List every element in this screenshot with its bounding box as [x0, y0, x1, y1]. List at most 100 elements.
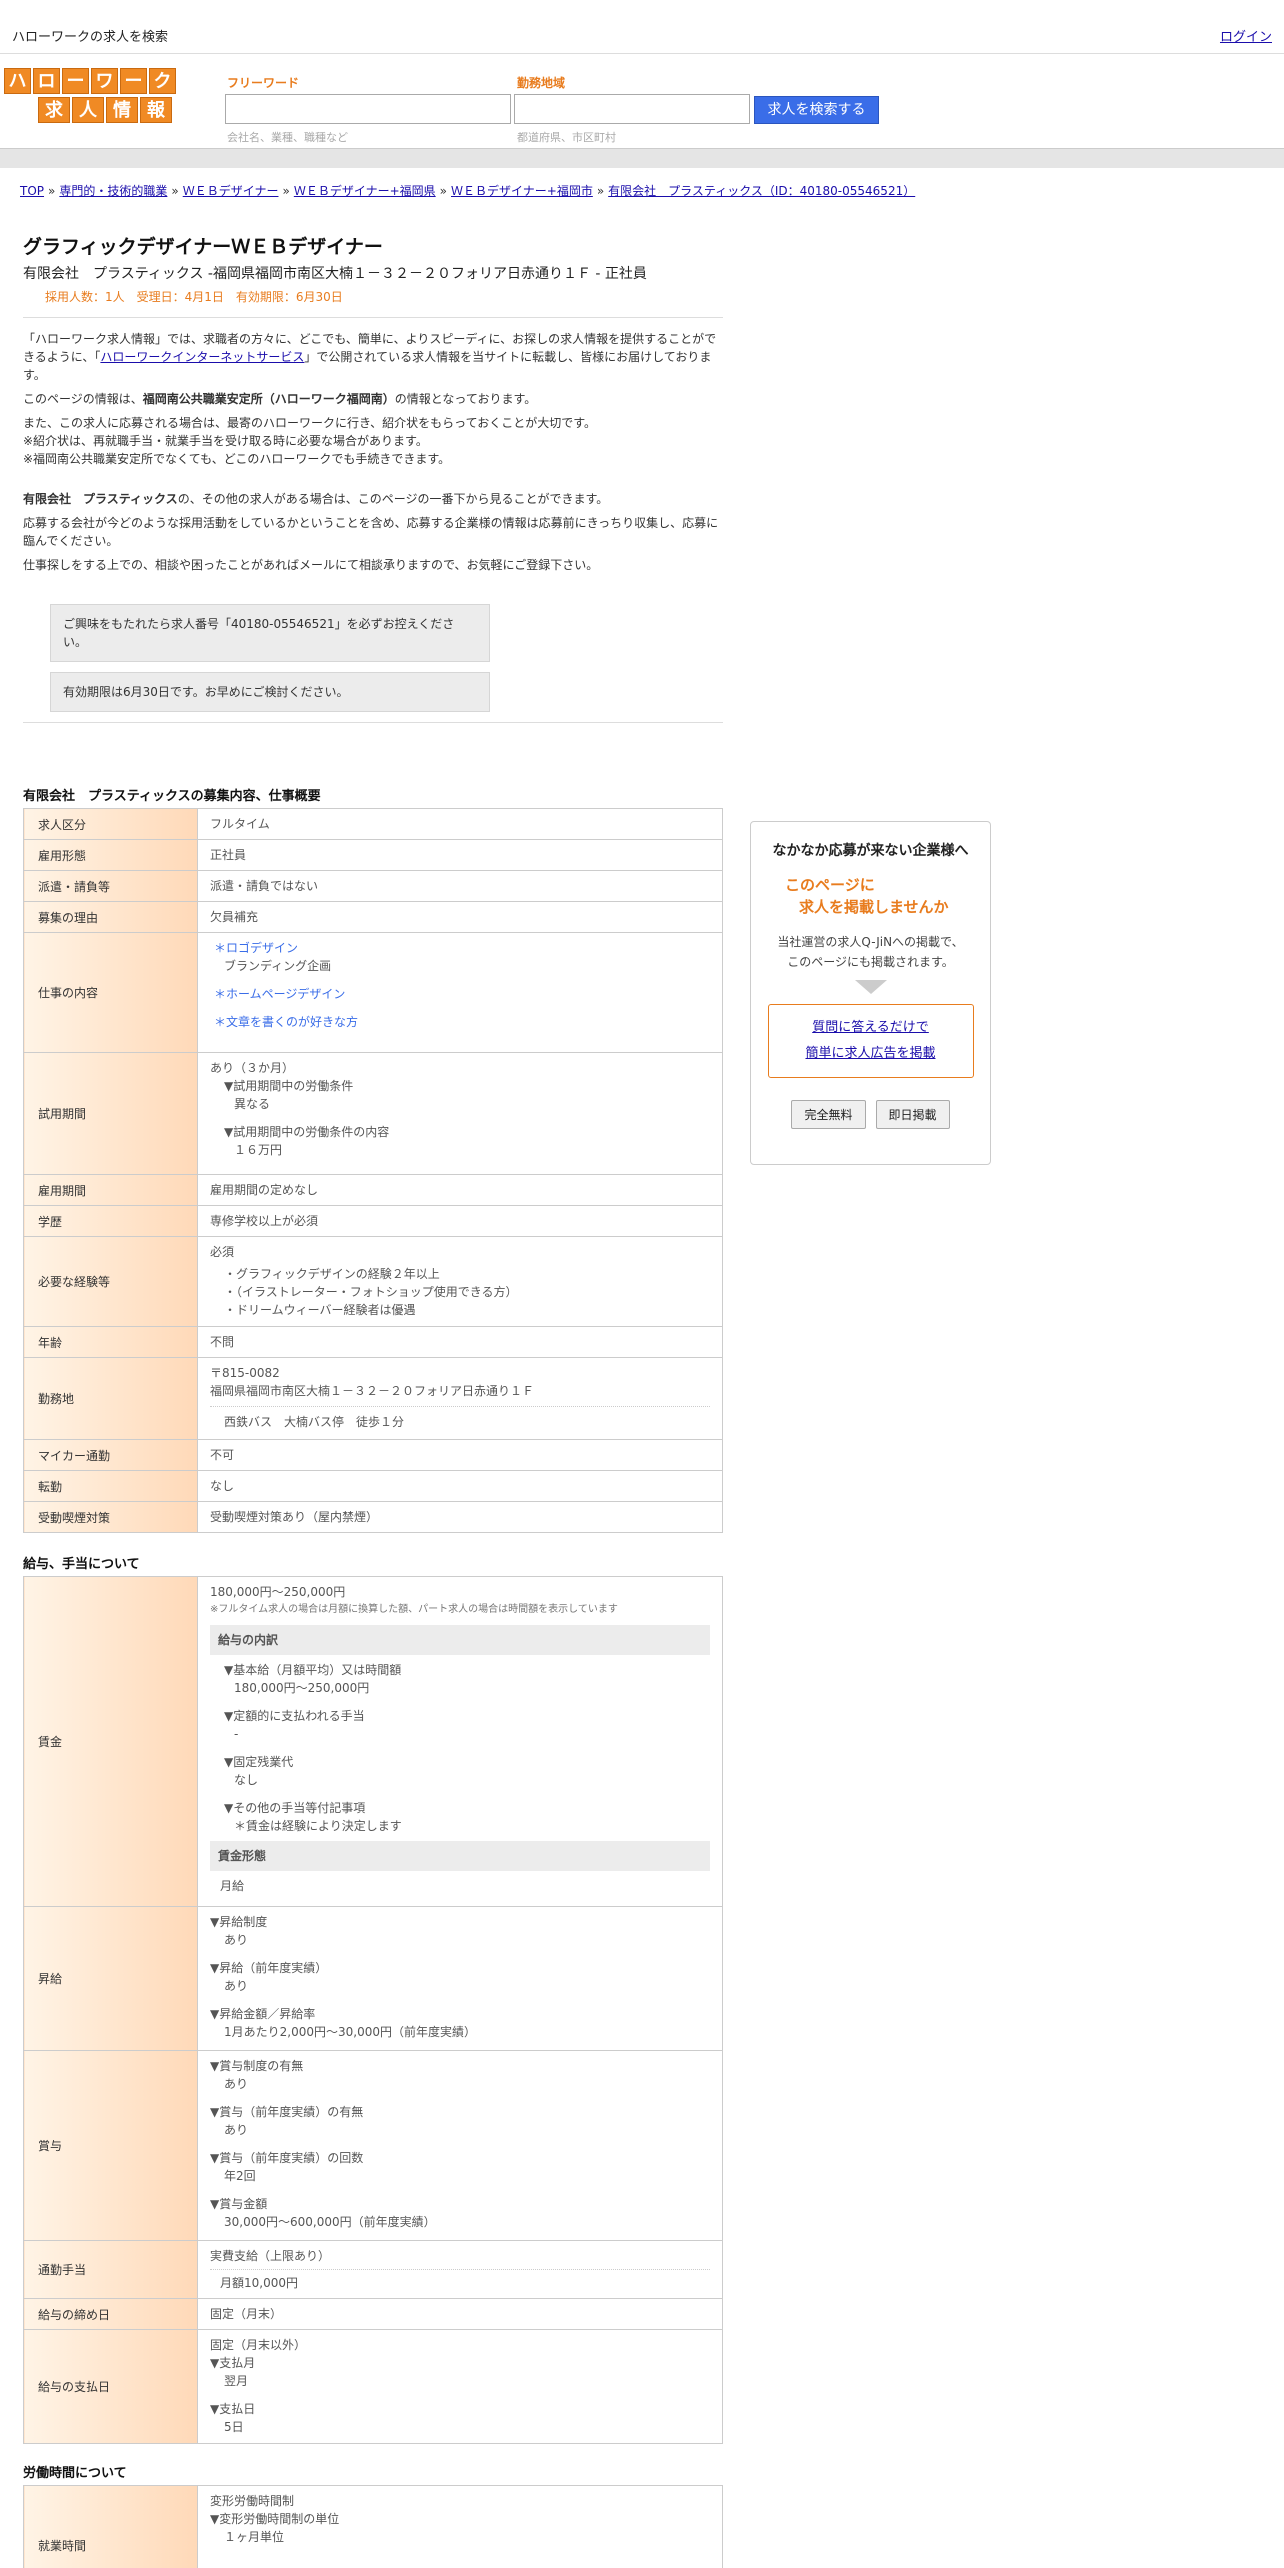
down-arrow-icon	[854, 980, 887, 994]
logo-char: ワ	[91, 68, 118, 94]
row-label: マイカー通勤	[23, 1439, 198, 1471]
top-bar: ハローワークの求人を検索 ログイン	[0, 0, 1284, 54]
main-content: グラフィックデザイナーＷＥＢデザイナー 有限会社 プラスティックス -福岡県福岡…	[23, 232, 723, 2568]
salary-table: 賃金 180,000円〜250,000円 ※フルタイム求人の場合は月額に換算した…	[23, 1576, 723, 2444]
row-value: 必須 ・グラフィックデザインの経験２年以上 ・（イラストレーター・フォトショップ…	[197, 1236, 723, 1327]
hours-table: 就業時間 変形労働時間制 ▼変形労働時間制の単位 １ヶ月単位	[23, 2485, 723, 2568]
row-value: あり（３か月） ▼試用期間中の労働条件 異なる ▼試用期間中の労働条件の内容 １…	[197, 1052, 723, 1175]
breadcrumb-category[interactable]: 専門的・技術的職業	[59, 184, 167, 198]
row-value: 不問	[197, 1326, 723, 1358]
row-value: ▼昇給制度 あり ▼昇給（前年度実績） あり ▼昇給金額／昇給率 1月あたり2,000…	[197, 1906, 723, 2051]
row-label: 募集の理由	[23, 901, 198, 933]
area-label: 勤務地域	[517, 76, 566, 90]
company-line: 有限会社 プラスティックス -福岡県福岡市南区大楠１－３２－２０フォリア日赤通り…	[23, 266, 647, 282]
hellowork-logo[interactable]: ハ ロ ー ワ ー ク 求 人 情 報	[4, 68, 182, 126]
same-day-button[interactable]: 即日掲載	[875, 1100, 950, 1129]
breadcrumb-city[interactable]: ＷＥＢデザイナー+福岡市	[451, 184, 593, 198]
keyword-hint: 会社名、業種、職種など	[227, 131, 348, 144]
area-input[interactable]	[514, 94, 750, 124]
row-value: フルタイム	[197, 808, 723, 840]
hours-title: 労働時間について	[23, 2466, 127, 2481]
row-label: 就業時間	[23, 2485, 198, 2568]
row-value: 固定（月末）	[197, 2298, 723, 2330]
row-label: 雇用形態	[23, 839, 198, 871]
row-label: 派遣・請負等	[23, 870, 198, 902]
logo-char: ハ	[4, 68, 31, 94]
search-button[interactable]: 求人を検索する	[754, 96, 879, 124]
breadcrumb-prefecture[interactable]: ＷＥＢデザイナー+福岡県	[294, 184, 436, 198]
summary-title: 有限会社 プラスティックスの募集内容、仕事概要	[23, 789, 321, 804]
breadcrumb-occupation[interactable]: ＷＥＢデザイナー	[183, 184, 279, 198]
row-value: ＊ロゴデザイン ブランディング企画 ＊ホームページデザイン ＊文章を書くのが好き…	[197, 932, 723, 1053]
salary-title: 給与、手当について	[23, 1557, 140, 1572]
row-label: 給与の締め日	[23, 2298, 198, 2330]
search-header: ハ ロ ー ワ ー ク 求 人 情 報 フリーワード 会社名、業種、職種など 勤…	[0, 54, 1284, 148]
row-label: 必要な経験等	[23, 1236, 198, 1327]
row-label: 仕事の内容	[23, 932, 198, 1053]
row-value: 不可	[197, 1439, 723, 1471]
breadcrumb-company[interactable]: 有限会社 プラスティックス（ID：40180-05546521）	[608, 184, 915, 198]
row-value: ▼賞与制度の有無 あり ▼賞与（前年度実績）の有無 あり ▼賞与（前年度実績）の回数…	[197, 2050, 723, 2241]
row-label: 賞与	[23, 2050, 198, 2241]
row-label: 受動喫煙対策	[23, 1501, 198, 1533]
advertise-box: なかなか応募が来ない企業様へ このページに 求人を掲載しませんか 当社運営の求人…	[750, 821, 991, 1165]
row-value: 固定（月末以外） ▼支払月 翌月 ▼支払日 5日	[197, 2329, 723, 2444]
row-value: 専修学校以上が必須	[197, 1205, 723, 1237]
row-label: 求人区分	[23, 808, 198, 840]
hellowork-internet-link[interactable]: ハローワークインターネットサービス	[100, 350, 304, 364]
advertise-heading: なかなか応募が来ない企業様へ	[772, 843, 969, 859]
advertise-catchcopy: このページに 求人を掲載しませんか	[785, 876, 949, 916]
advertise-link-post[interactable]: 簡単に求人広告を掲載	[805, 1046, 935, 1061]
job-meta: 採用人数：1人 受理日：4月1日 有効期限：6月30日	[45, 290, 343, 304]
row-label: 転勤	[23, 1470, 198, 1502]
header-divider	[0, 148, 1284, 168]
row-value: 変形労働時間制 ▼変形労働時間制の単位 １ヶ月単位	[197, 2485, 723, 2568]
intro-paragraph: このページの情報は、福岡南公共職業安定所（ハローワーク福岡南）の情報となっており…	[23, 392, 537, 406]
row-value: 欠員補充	[197, 901, 723, 933]
keyword-input[interactable]	[225, 94, 511, 124]
logo-char: 人	[72, 97, 104, 123]
job-title: グラフィックデザイナーＷＥＢデザイナー	[23, 236, 383, 258]
site-title: ハローワークの求人を検索	[12, 30, 169, 45]
row-value: なし	[197, 1470, 723, 1502]
logo-char: 報	[140, 97, 172, 123]
row-value: 受動喫煙対策あり（屋内禁煙）	[197, 1501, 723, 1533]
free-button[interactable]: 完全無料	[791, 1100, 866, 1129]
row-value: 派遣・請負ではない	[197, 870, 723, 902]
row-value: 〒815-0082 福岡県福岡市南区大楠１－３２－２０フォリア日赤通り１Ｆ 西鉄…	[197, 1357, 723, 1440]
logo-char: 求	[38, 97, 70, 123]
job-number-notice: ご興味をもたれたら求人番号「40180-05546521」を必ずお控えください。	[50, 604, 490, 662]
breadcrumb-top[interactable]: TOP	[20, 184, 44, 198]
keyword-label: フリーワード	[227, 76, 300, 90]
logo-char: ク	[149, 68, 176, 94]
search-button-label: 人を検索する	[781, 102, 866, 118]
row-value: 実費支給（上限あり） 月額10,000円	[197, 2240, 723, 2299]
row-label: 雇用期間	[23, 1174, 198, 1206]
intro-paragraph: 仕事探しをする上での、相談や困ったことがあればメールにて相談承りますので、お気軽…	[23, 558, 599, 572]
summary-table: 求人区分 フルタイム 雇用形態 正社員 派遣・請負等 派遣・請負ではない 募集の理由欠…	[23, 808, 723, 1533]
logo-char: 情	[106, 97, 138, 123]
row-label: 試用期間	[23, 1052, 198, 1175]
row-label: 通勤手当	[23, 2240, 198, 2299]
row-label: 学歴	[23, 1205, 198, 1237]
advertise-description: 当社運営の求人Q-JiNへの掲載で、 このページにも掲載されます。	[777, 935, 964, 969]
intro-paragraph: また、この求人に応募される場合は、最寄のハローワークに行き、紹介状をもらっておく…	[23, 416, 597, 466]
row-value: 180,000円〜250,000円 ※フルタイム求人の場合は月額に換算した額、パ…	[197, 1576, 723, 1907]
expiry-notice: 有効期限は6月30日です。お早めにご検討ください。	[50, 672, 490, 712]
intro: 「ハローワーク求人情報」では、求職者の方々に、どこでも、簡単に、よりスピーディに…	[23, 330, 723, 712]
login-link[interactable]: ログイン	[1220, 26, 1272, 45]
area-hint: 都道府県、市区町村	[517, 131, 616, 144]
logo-char: ー	[120, 68, 147, 94]
intro-paragraph: 有限会社 プラスティックスの、その他の求人がある場合は、このページの一番下から見…	[23, 492, 609, 506]
logo-char: ー	[62, 68, 89, 94]
advertise-link-question[interactable]: 質問に答えるだけで	[812, 1020, 929, 1035]
row-label: 給与の支払日	[23, 2329, 198, 2444]
intro-paragraph: 「ハローワーク求人情報」では、求職者の方々に、どこでも、簡単に、よりスピーディに…	[23, 332, 717, 382]
advertise-links: 質問に答えるだけで 簡単に求人広告を掲載	[767, 1004, 974, 1078]
row-label: 昇給	[23, 1906, 198, 2051]
intro-paragraph: 応募する会社が今どのような採用活動をしているかということを含め、応募する企業様の…	[23, 516, 719, 548]
row-label: 賃金	[23, 1576, 198, 1907]
row-value: 雇用期間の定めなし	[197, 1174, 723, 1206]
row-value: 正社員	[197, 839, 723, 871]
row-label: 勤務地	[23, 1357, 198, 1440]
